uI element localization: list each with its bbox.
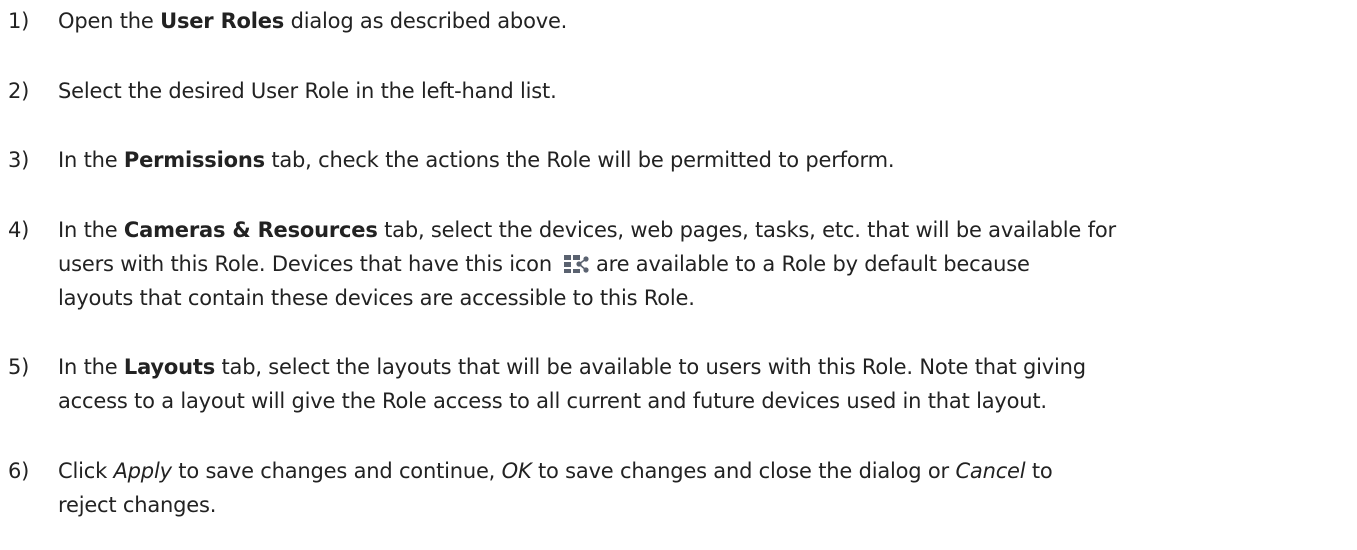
step-line: access to a layout will give the Role ac… [58, 389, 1047, 413]
ui-term-cancel: Cancel [955, 459, 1026, 483]
step-text: Click Apply to save changes and continue… [58, 454, 1340, 522]
step-text-part: In the [58, 355, 124, 379]
step-text-part: In the [58, 218, 124, 242]
step-text: In the Permissions tab, check the action… [58, 143, 1340, 177]
step-line: reject changes. [58, 493, 217, 517]
step-number: 3) [8, 148, 30, 172]
ui-term-apply: Apply [113, 459, 172, 483]
step-text-part: tab, select the layouts that will be ava… [215, 355, 1087, 379]
ui-term-user-roles: User Roles [160, 9, 285, 33]
step-text: Select the desired User Role in the left… [58, 79, 557, 103]
ui-term-layouts: Layouts [123, 355, 216, 379]
step-text-part: users with this Role. Devices that have … [58, 252, 552, 276]
step-text-part: In the [58, 148, 124, 172]
ui-term-cameras-resources: Cameras & Resources [123, 218, 378, 242]
step-text: Open the User Roles dialog as described … [58, 4, 1340, 38]
step-line: users with this Role. Devices that have … [58, 247, 1340, 281]
step-text-part: tab, check the actions the Role will be … [264, 148, 895, 172]
step-text-part: are available to a Role by default becau… [595, 252, 1030, 276]
step-text-part: to save changes and continue, [171, 459, 502, 483]
step-text-part: Open the [58, 9, 161, 33]
instructions-document: 1) Open the User Roles dialog as describ… [0, 0, 1357, 550]
step-line: In the Layouts tab, select the layouts t… [58, 350, 1340, 384]
step-number: 6) [8, 459, 30, 483]
step-text: In the Layouts tab, select the layouts t… [58, 350, 1340, 418]
step-line: Click Apply to save changes and continue… [58, 454, 1340, 488]
step-number: 4) [8, 218, 30, 242]
ui-term-ok: OK [501, 459, 532, 483]
step-number: 1) [8, 9, 30, 33]
step-line: layouts that contain these devices are a… [58, 286, 695, 310]
step-text: In the Cameras & Resources tab, select t… [58, 213, 1340, 315]
step-number: 2) [8, 79, 30, 103]
step-text-part: dialog as described above. [284, 9, 568, 33]
step-text-part: to save changes and close the dialog or [531, 459, 956, 483]
step-number: 5) [8, 355, 30, 379]
step-text-part: tab, select the devices, web pages, task… [377, 218, 1116, 242]
ui-term-permissions: Permissions [123, 148, 265, 172]
step-line: In the Cameras & Resources tab, select t… [58, 213, 1340, 247]
step-text-part: to [1025, 459, 1053, 483]
shared-layout-icon [563, 250, 590, 273]
step-text-part: Click [58, 459, 114, 483]
